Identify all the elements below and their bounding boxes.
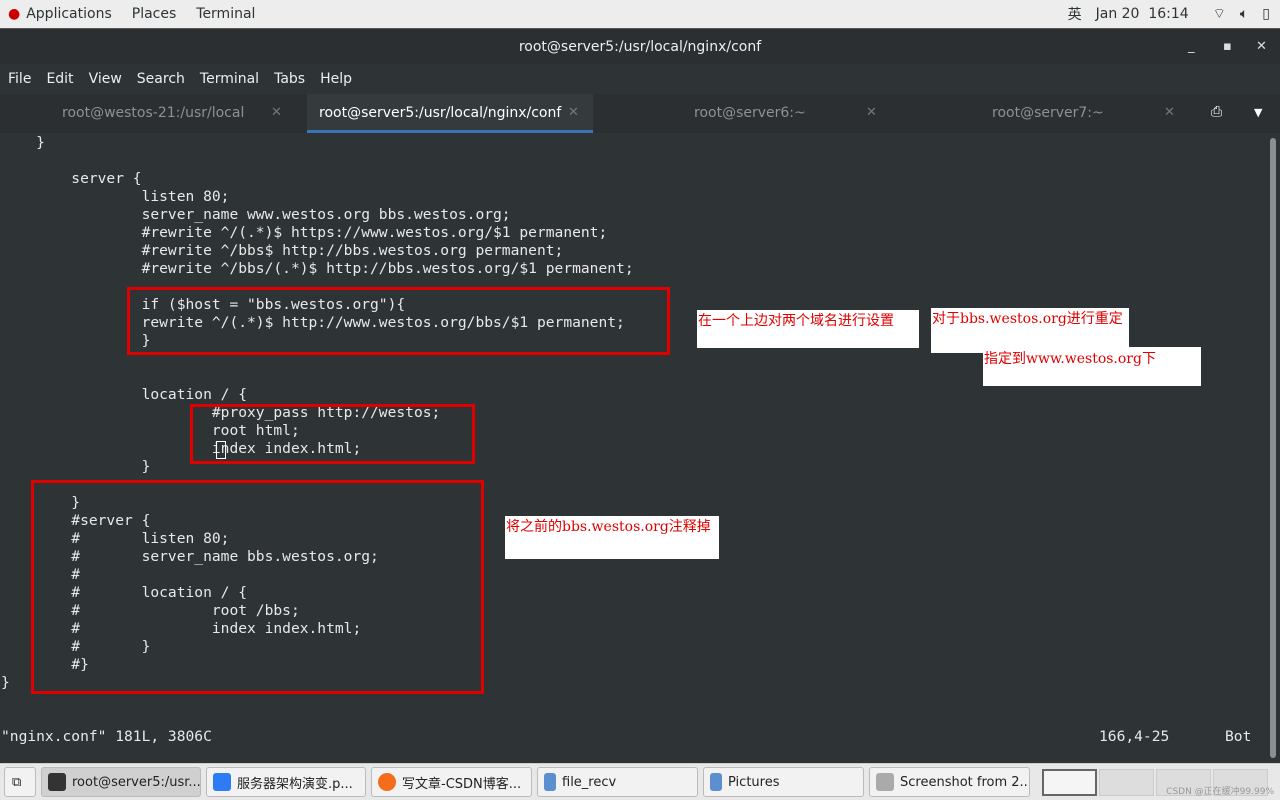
folder-icon bbox=[544, 773, 556, 791]
redhat-icon: ● bbox=[8, 6, 21, 22]
tab-label: root@server5:/usr/local/nginx/conf bbox=[319, 105, 562, 121]
menu-terminal[interactable]: Terminal bbox=[200, 71, 259, 87]
menu-search[interactable]: Search bbox=[137, 71, 185, 87]
battery-icon[interactable]: ▯ bbox=[1262, 6, 1270, 22]
annotation-note: 在一个上边对两个域名进行设置 bbox=[697, 310, 919, 348]
status-scroll: Bot bbox=[1225, 728, 1252, 745]
task-label: Screenshot from 2... bbox=[900, 774, 1030, 790]
new-tab-icon[interactable]: ⎙ bbox=[1211, 104, 1222, 120]
tabs-dropdown-icon[interactable]: ▼ bbox=[1254, 106, 1262, 119]
menu-edit[interactable]: Edit bbox=[46, 71, 73, 87]
annotation-note: 将之前的bbs.westos.org注释掉 bbox=[505, 516, 719, 559]
watermark: CSDN @正在缓冲99.99% bbox=[1166, 787, 1274, 797]
close-tab-icon[interactable]: ✕ bbox=[866, 94, 877, 132]
menu-bar: File Edit View Search Terminal Tabs Help bbox=[0, 64, 1280, 94]
task-screenshot[interactable]: Screenshot from 2... bbox=[869, 767, 1030, 797]
annotation-box-commented-server bbox=[31, 480, 484, 694]
annotation-note: 指定到www.westos.org下 bbox=[983, 347, 1201, 386]
taskbar: ⧉ root@server5:/usr... 服务器架构演变.p... 写文章-… bbox=[0, 763, 1280, 800]
top-panel: ● Applications Places Terminal 英 Jan 20 … bbox=[0, 0, 1280, 28]
close-tab-icon[interactable]: ✕ bbox=[1164, 94, 1175, 132]
folder-icon bbox=[710, 773, 722, 791]
terminal-icon bbox=[48, 773, 66, 791]
menu-file[interactable]: File bbox=[8, 71, 31, 87]
annotation-box-if bbox=[127, 287, 670, 355]
close-button[interactable]: ✕ bbox=[1256, 29, 1267, 65]
screenshot-icon bbox=[876, 773, 894, 791]
close-tab-icon[interactable]: ✕ bbox=[271, 94, 282, 132]
workspace-2[interactable] bbox=[1099, 769, 1154, 796]
task-wps[interactable]: 服务器架构演变.p... bbox=[206, 767, 366, 797]
tab-westos-21[interactable]: root@westos-21:/usr/local ✕ bbox=[0, 94, 305, 133]
task-label: file_recv bbox=[562, 774, 617, 790]
scrollbar[interactable] bbox=[1270, 138, 1276, 758]
task-file-recv[interactable]: file_recv bbox=[537, 767, 698, 797]
minimize-button[interactable]: _ bbox=[1188, 29, 1195, 65]
window-title: root@server5:/usr/local/nginx/conf bbox=[518, 39, 762, 55]
workspace-1[interactable] bbox=[1042, 769, 1097, 796]
tab-bar: root@westos-21:/usr/local ✕ root@server5:… bbox=[0, 94, 1280, 133]
task-label: 写文章-CSDN博客... bbox=[402, 776, 522, 792]
wifi-icon[interactable]: ⌔ bbox=[1213, 5, 1226, 23]
task-firefox[interactable]: 写文章-CSDN博客... bbox=[371, 767, 532, 797]
status-cursor-position: 166,4-25 bbox=[1099, 728, 1170, 745]
volume-icon[interactable]: 🔈︎ bbox=[1240, 6, 1248, 22]
wps-icon bbox=[213, 773, 231, 791]
tab-server5[interactable]: root@server5:/usr/local/nginx/conf ✕ bbox=[307, 94, 593, 133]
firefox-icon bbox=[378, 773, 396, 791]
task-pictures[interactable]: Pictures bbox=[703, 767, 864, 797]
vim-status-line: "nginx.conf" 181L, 3806C 166,4-25 Bot bbox=[1, 728, 1261, 746]
tab-server7[interactable]: root@server7:~ ✕ bbox=[894, 94, 1184, 133]
terminal-app-menu[interactable]: Terminal bbox=[186, 6, 265, 22]
places-menu[interactable]: Places bbox=[122, 6, 187, 22]
close-tab-icon[interactable]: ✕ bbox=[568, 94, 579, 132]
window-titlebar: root@server5:/usr/local/nginx/conf _ ▪ ✕ bbox=[0, 28, 1280, 64]
menu-tabs[interactable]: Tabs bbox=[274, 71, 305, 87]
show-desktop-button[interactable]: ⧉ bbox=[4, 767, 36, 797]
clock[interactable]: Jan 20 16:14 bbox=[1096, 6, 1189, 22]
menu-help[interactable]: Help bbox=[320, 71, 352, 87]
task-label: root@server5:/usr... bbox=[72, 774, 201, 790]
annotation-box-location bbox=[190, 404, 475, 464]
status-file-info: "nginx.conf" 181L, 3806C bbox=[1, 728, 212, 745]
desktop-icon: ⧉ bbox=[12, 774, 22, 790]
input-method-indicator[interactable]: 英 bbox=[1068, 4, 1082, 24]
task-label: 服务器架构演变.p... bbox=[237, 776, 353, 792]
tab-server6[interactable]: root@server6:~ ✕ bbox=[594, 94, 894, 133]
tab-label: root@westos-21:/usr/local bbox=[62, 105, 245, 121]
task-label: Pictures bbox=[728, 774, 780, 790]
applications-menu[interactable]: Applications bbox=[20, 6, 122, 22]
tab-label: root@server7:~ bbox=[992, 105, 1104, 121]
maximize-button[interactable]: ▪ bbox=[1223, 29, 1232, 65]
tab-label: root@server6:~ bbox=[694, 105, 806, 121]
task-terminal[interactable]: root@server5:/usr... bbox=[41, 767, 201, 797]
menu-view[interactable]: View bbox=[89, 71, 122, 87]
